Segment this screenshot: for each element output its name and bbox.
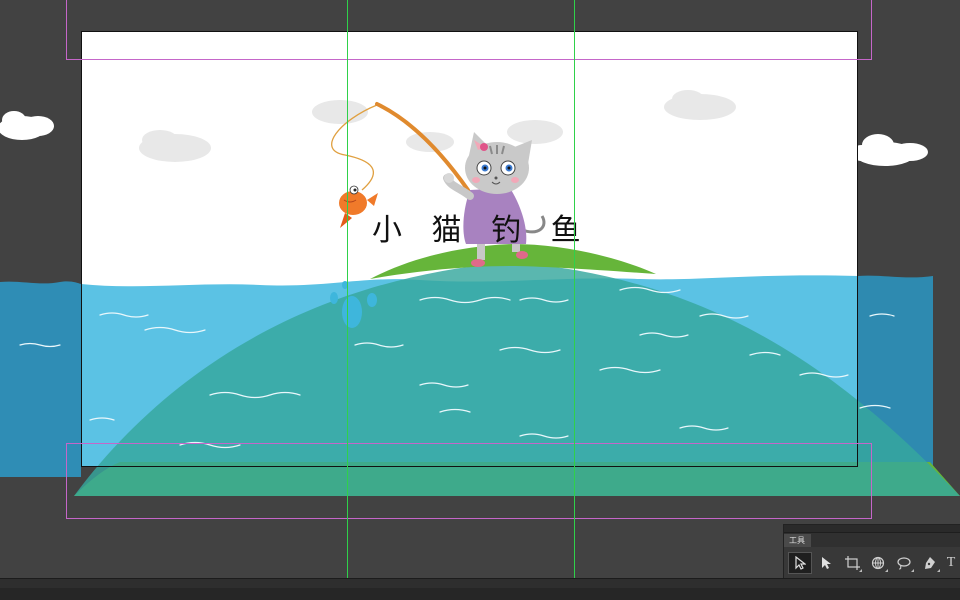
panel-grip[interactable] bbox=[784, 525, 960, 533]
direct-selection-tool[interactable] bbox=[814, 552, 838, 574]
artwork-title: 小 猫 钓 鱼 bbox=[372, 213, 591, 248]
tools-panel-header: 工具 bbox=[784, 533, 960, 547]
cloud-left bbox=[0, 111, 54, 140]
pointer-solid-icon bbox=[822, 557, 831, 569]
artboard-scene[interactable]: 小 猫 钓 鱼 bbox=[0, 0, 960, 600]
globe-icon bbox=[871, 556, 885, 570]
submenu-indicator bbox=[937, 569, 940, 572]
pen-tool[interactable] bbox=[918, 552, 942, 574]
submenu-indicator bbox=[885, 569, 888, 572]
submenu-indicator bbox=[911, 569, 914, 572]
bottom-status-bar bbox=[0, 578, 960, 600]
cloud-right bbox=[850, 134, 928, 166]
artboard-tool[interactable] bbox=[840, 552, 864, 574]
type-icon: T bbox=[946, 555, 956, 570]
type-tool[interactable]: T bbox=[944, 552, 958, 574]
selection-tool[interactable] bbox=[788, 552, 812, 574]
tools-panel[interactable]: 工具 T bbox=[783, 524, 960, 580]
lasso-icon bbox=[897, 557, 911, 570]
tools-tab[interactable]: 工具 bbox=[784, 534, 811, 547]
workspace[interactable]: 小 猫 钓 鱼 工具 T bbox=[0, 0, 960, 600]
puppet-warp-tool[interactable] bbox=[866, 552, 890, 574]
guide-line-vertical[interactable] bbox=[347, 0, 348, 578]
tools-row: T bbox=[784, 547, 960, 579]
water-left-overflow bbox=[0, 281, 81, 477]
submenu-indicator bbox=[859, 569, 862, 572]
guide-line-vertical[interactable] bbox=[574, 0, 575, 578]
pointer-outline-icon bbox=[795, 556, 806, 570]
pen-nib-icon bbox=[925, 557, 935, 569]
artboard-icon bbox=[845, 556, 860, 570]
lasso-tool[interactable] bbox=[892, 552, 916, 574]
